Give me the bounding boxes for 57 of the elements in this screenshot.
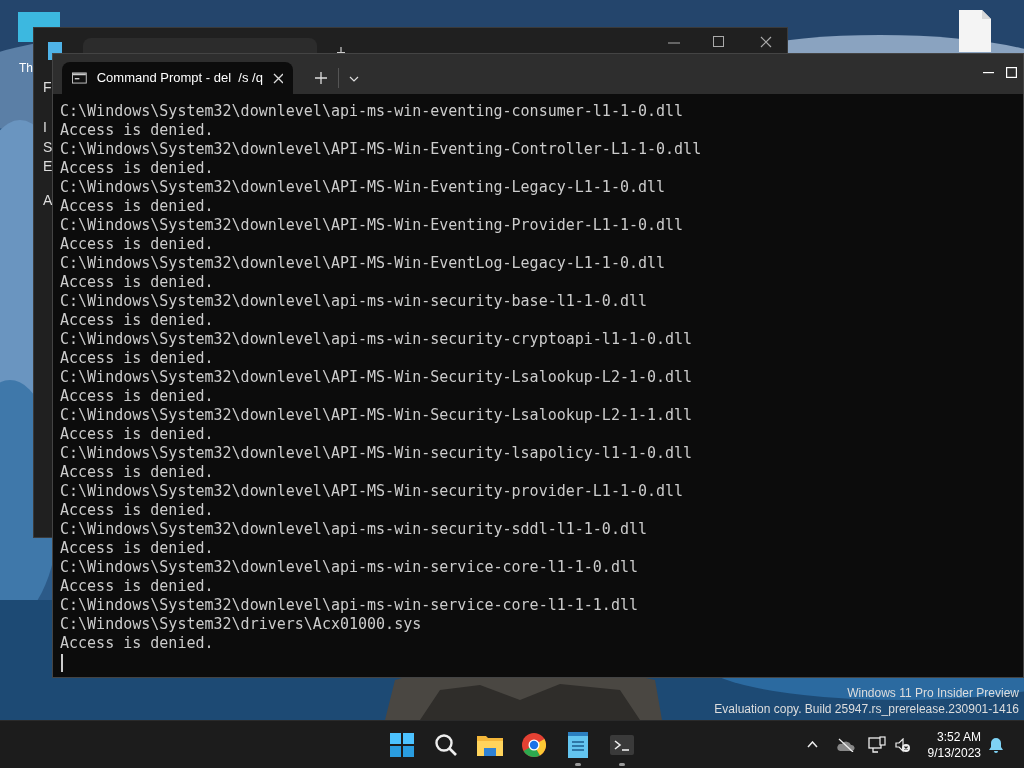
chevron-down-icon[interactable]: [349, 76, 359, 82]
console-line: C:\Windows\System32\downlevel\api-ms-win-service-core-l1-1-1.dll: [60, 596, 639, 615]
console-line: C:\Windows\System32\drivers\Acx01000.sys: [60, 615, 423, 634]
network-icon[interactable]: [868, 736, 886, 753]
icon-label[interactable]: Th: [19, 59, 33, 77]
console-line: C:\Windows\System32\downlevel\api-ms-win-security-cryptoapi-l1-1-0.dll: [60, 330, 694, 349]
console-line: Access is denied.: [60, 121, 215, 140]
console-line: Access is denied.: [60, 577, 215, 596]
watermark-text: Windows 11 Pro Insider Preview: [847, 685, 1019, 701]
terminal-tab[interactable]: Command Prompt - del /s /q: [62, 62, 293, 94]
console-line: C:\Windows\System32\downlevel\API-MS-Win-EventLog-Legacy-L1-1-0.dll: [60, 254, 667, 273]
speaker-muted-icon[interactable]: [895, 738, 911, 753]
console-line: Access is denied.: [60, 463, 215, 482]
console-line: Access is denied.: [60, 235, 215, 254]
text-fragment: F: [43, 78, 52, 97]
clock-date[interactable]: 9/13/2023: [927, 745, 981, 761]
close-icon[interactable]: [760, 36, 772, 48]
console-line: C:\Windows\System32\downlevel\api-ms-win-service-core-l1-1-0.dll: [60, 558, 639, 577]
minimize-icon[interactable]: [983, 72, 994, 74]
console-line: C:\Windows\System32\downlevel\api-ms-win-security-sddl-l1-1-0.dll: [60, 520, 648, 539]
text-fragment: S: [43, 138, 53, 157]
console-line: C:\Windows\System32\downlevel\API-MS-Win-Eventing-Legacy-L1-1-0.dll: [60, 178, 667, 197]
console-line: Access is denied.: [60, 197, 215, 216]
console-line: C:\Windows\System32\downlevel\API-MS-Win-security-lsapolicy-l1-1-0.dll: [60, 444, 694, 463]
text-fragment: A: [43, 191, 53, 210]
command-prompt-icon: [72, 72, 87, 84]
console-line: C:\Windows\System32\downlevel\API-MS-Win-Security-Lsalookup-L2-1-0.dll: [60, 368, 694, 387]
text-fragment: E: [43, 157, 53, 176]
plus-icon[interactable]: [337, 47, 345, 53]
maximize-icon[interactable]: [713, 36, 724, 47]
cloud-off-icon[interactable]: [837, 738, 855, 752]
plus-icon[interactable]: [315, 72, 327, 84]
text-cursor: [61, 654, 63, 672]
console-line: Access is denied.: [60, 425, 215, 444]
console-line: Access is denied.: [60, 159, 215, 178]
tab-title: Command Prompt - del /s /q: [96, 69, 263, 88]
clock-time[interactable]: 3:52 AM: [936, 729, 981, 745]
console-line: Access is denied.: [60, 311, 215, 330]
console-line: C:\Windows\System32\downlevel\API-MS-Win-Eventing-Controller-L1-1-0.dll: [60, 140, 703, 159]
console-line: C:\Windows\System32\downlevel\api-ms-win-security-base-l1-1-0.dll: [60, 292, 648, 311]
console-line: C:\Windows\System32\downlevel\API-MS-Win-Eventing-Provider-L1-1-0.dll: [60, 216, 685, 235]
console-line: Access is denied.: [60, 387, 215, 406]
text-fragment: I: [43, 118, 47, 137]
console-line: Access is denied.: [60, 349, 215, 368]
bell-icon[interactable]: [989, 737, 1003, 753]
console-line: C:\Windows\System32\downlevel\API-MS-Win-Security-Lsalookup-L2-1-1.dll: [60, 406, 694, 425]
console-line: Access is denied.: [60, 273, 215, 292]
running-indicator: [619, 763, 625, 766]
file-icon[interactable]: [958, 9, 992, 53]
console-line: C:\Windows\System32\downlevel\api-ms-win-eventing-consumer-l1-1-0.dll: [60, 102, 685, 121]
watermark-text: Evaluation copy. Build 25947.rs_prerelease.230901-1416: [714, 701, 1019, 717]
chevron-up-icon[interactable]: [807, 741, 818, 748]
console-line: Access is denied.: [60, 634, 215, 653]
console-line: Access is denied.: [60, 539, 215, 558]
running-indicator: [575, 763, 581, 766]
console-line: Access is denied.: [60, 501, 215, 520]
console-line: C:\Windows\System32\downlevel\API-MS-Win-security-provider-L1-1-0.dll: [60, 482, 685, 501]
